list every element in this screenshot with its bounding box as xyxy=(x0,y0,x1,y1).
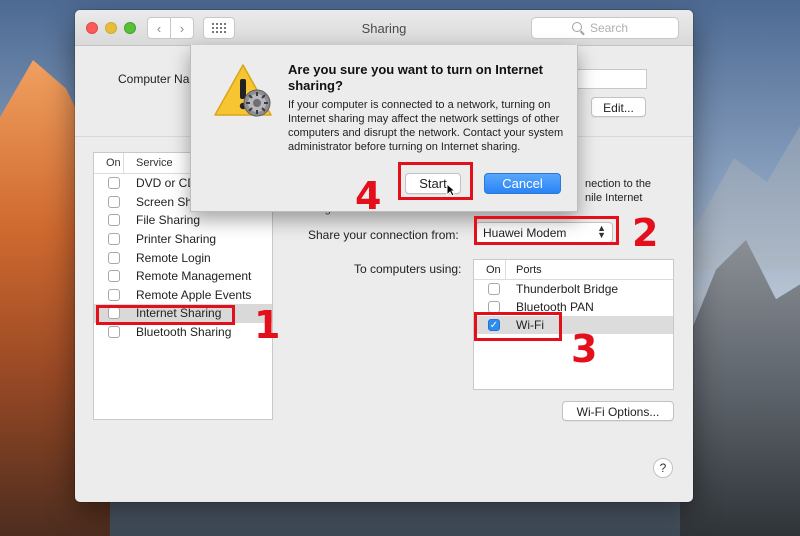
annotation-box-start xyxy=(398,162,473,200)
column-on[interactable]: On xyxy=(94,153,124,173)
port-row-thunderbolt-bridge[interactable]: Thunderbolt Bridge xyxy=(474,280,673,298)
column-service[interactable]: Service xyxy=(124,153,173,173)
annotation-step-2: 2 xyxy=(632,211,659,255)
service-label: Screen Sh xyxy=(136,194,193,209)
column-ports[interactable]: Ports xyxy=(506,260,542,279)
service-row-printer-sharing[interactable]: Printer Sharing xyxy=(94,230,272,249)
service-row-remote-apple-events[interactable]: Remote Apple Events xyxy=(94,286,272,305)
share-from-label: Share your connection from: xyxy=(308,228,459,242)
search-input[interactable]: Search xyxy=(531,17,679,39)
warning-icon xyxy=(214,64,272,117)
service-row-file-sharing[interactable]: File Sharing xyxy=(94,211,272,230)
service-row-remote-management[interactable]: Remote Management xyxy=(94,267,272,286)
port-label: Thunderbolt Bridge xyxy=(516,282,619,296)
checkbox[interactable] xyxy=(108,251,120,264)
search-placeholder: Search xyxy=(590,21,629,35)
service-row-bluetooth-sharing[interactable]: Bluetooth Sharing xyxy=(94,323,272,342)
edit-button[interactable]: Edit... xyxy=(591,97,646,117)
annotation-step-3: 3 xyxy=(571,327,598,371)
column-on[interactable]: On xyxy=(474,260,506,279)
dialog-message: If your computer is connected to a netwo… xyxy=(288,99,564,153)
checkbox[interactable] xyxy=(108,177,120,190)
service-label: DVD or CD xyxy=(136,176,197,191)
wallpaper-mountain-right xyxy=(680,240,800,536)
annotation-step-1: 1 xyxy=(254,303,281,347)
service-label: Printer Sharing xyxy=(136,232,217,247)
title-bar: ‹ › Sharing Search xyxy=(75,10,693,46)
service-label: File Sharing xyxy=(136,213,201,228)
checkbox[interactable] xyxy=(108,233,120,246)
annotation-box-wifi xyxy=(474,312,562,341)
search-icon xyxy=(572,22,582,32)
checkbox[interactable] xyxy=(108,288,120,301)
service-label: Remote Management xyxy=(136,269,252,284)
checkbox[interactable] xyxy=(108,326,120,339)
checkbox[interactable] xyxy=(108,195,120,208)
computer-name-label: Computer Na xyxy=(118,72,190,86)
service-label: Remote Apple Events xyxy=(136,287,252,302)
cancel-button[interactable]: Cancel xyxy=(484,173,561,194)
status-text: nection to the nile Internet xyxy=(585,177,685,205)
wifi-options-button[interactable]: Wi-Fi Options... xyxy=(562,401,674,421)
service-row-remote-login[interactable]: Remote Login xyxy=(94,248,272,267)
checkbox[interactable] xyxy=(488,283,500,295)
annotation-box-share-from xyxy=(474,216,619,245)
confirm-dialog: Are you sure you want to turn on Interne… xyxy=(190,45,578,212)
to-computers-label: To computers using: xyxy=(354,262,462,276)
dialog-title: Are you sure you want to turn on Interne… xyxy=(288,62,543,93)
annotation-box-internet-sharing xyxy=(96,305,235,325)
service-label: Remote Login xyxy=(136,250,211,265)
status-text-fragment: nection to the nile Internet xyxy=(585,178,652,204)
help-button[interactable]: ? xyxy=(653,458,673,478)
checkbox[interactable] xyxy=(108,214,120,227)
ports-list-header: On Ports xyxy=(474,260,673,280)
annotation-step-4: 4 xyxy=(355,174,382,218)
service-label: Bluetooth Sharing xyxy=(136,325,232,340)
checkbox[interactable] xyxy=(108,270,120,283)
